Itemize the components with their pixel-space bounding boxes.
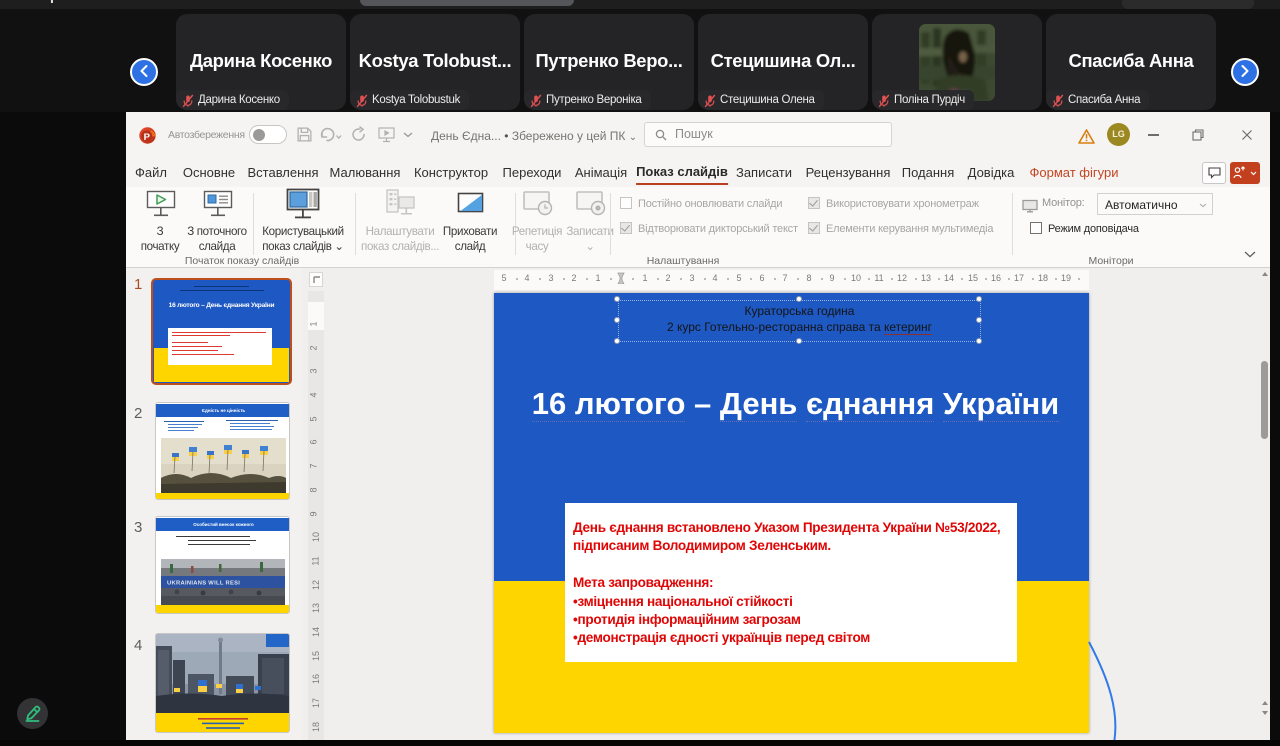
svg-text:P: P: [144, 132, 151, 143]
svg-text:UKRAINIANS WILL RESI: UKRAINIANS WILL RESI: [167, 581, 240, 587]
